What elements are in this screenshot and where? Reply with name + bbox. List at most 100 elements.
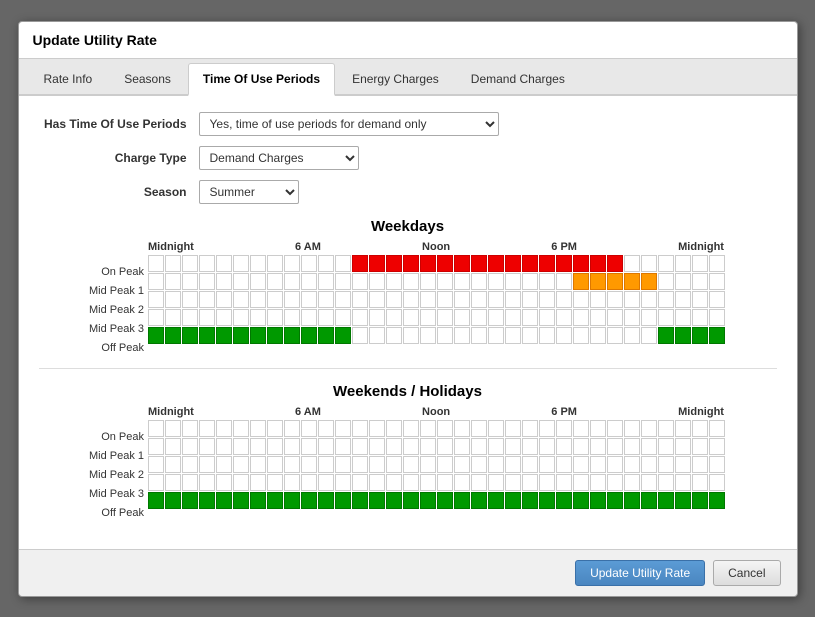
we-cell-r4-c8[interactable] — [284, 492, 300, 509]
wd-cell-r1-c2[interactable] — [182, 273, 198, 290]
wd-cell-r4-c10[interactable] — [318, 327, 334, 344]
wd-cell-r0-c21[interactable] — [505, 255, 521, 272]
we-cell-r2-c30[interactable] — [658, 456, 674, 473]
wd-cell-r1-c33[interactable] — [709, 273, 725, 290]
wd-cell-r3-c11[interactable] — [335, 309, 351, 326]
we-cell-r2-c7[interactable] — [267, 456, 283, 473]
we-cell-r4-c22[interactable] — [522, 492, 538, 509]
we-cell-r4-c3[interactable] — [199, 492, 215, 509]
tab-demand-charges[interactable]: Demand Charges — [456, 63, 580, 94]
wd-cell-r1-c19[interactable] — [471, 273, 487, 290]
we-cell-r2-c33[interactable] — [709, 456, 725, 473]
we-cell-r2-c32[interactable] — [692, 456, 708, 473]
wd-cell-r2-c22[interactable] — [522, 291, 538, 308]
wd-cell-r0-c16[interactable] — [420, 255, 436, 272]
season-select[interactable]: Summer Winter — [199, 180, 299, 204]
we-cell-r0-c28[interactable] — [624, 420, 640, 437]
we-cell-r1-c8[interactable] — [284, 438, 300, 455]
wd-cell-r1-c22[interactable] — [522, 273, 538, 290]
wd-cell-r2-c15[interactable] — [403, 291, 419, 308]
wd-cell-r4-c33[interactable] — [709, 327, 725, 344]
we-cell-r1-c1[interactable] — [165, 438, 181, 455]
we-cell-r3-c14[interactable] — [386, 474, 402, 491]
we-cell-r2-c29[interactable] — [641, 456, 657, 473]
wd-cell-r2-c21[interactable] — [505, 291, 521, 308]
we-cell-r4-c16[interactable] — [420, 492, 436, 509]
we-cell-r1-c14[interactable] — [386, 438, 402, 455]
wd-cell-r0-c23[interactable] — [539, 255, 555, 272]
we-cell-r1-c27[interactable] — [607, 438, 623, 455]
has-time-of-use-select[interactable]: Yes, time of use periods for demand only… — [199, 112, 499, 136]
we-cell-r0-c30[interactable] — [658, 420, 674, 437]
we-cell-r3-c15[interactable] — [403, 474, 419, 491]
tab-rate-info[interactable]: Rate Info — [29, 63, 108, 94]
we-cell-r3-c30[interactable] — [658, 474, 674, 491]
we-cell-r1-c0[interactable] — [148, 438, 164, 455]
we-cell-r2-c13[interactable] — [369, 456, 385, 473]
wd-cell-r0-c7[interactable] — [267, 255, 283, 272]
we-cell-r2-c10[interactable] — [318, 456, 334, 473]
wd-cell-r1-c27[interactable] — [607, 273, 623, 290]
we-cell-r0-c19[interactable] — [471, 420, 487, 437]
we-cell-r0-c10[interactable] — [318, 420, 334, 437]
we-cell-r1-c31[interactable] — [675, 438, 691, 455]
we-cell-r4-c33[interactable] — [709, 492, 725, 509]
wd-cell-r3-c2[interactable] — [182, 309, 198, 326]
wd-cell-r4-c12[interactable] — [352, 327, 368, 344]
wd-cell-r3-c0[interactable] — [148, 309, 164, 326]
we-cell-r2-c6[interactable] — [250, 456, 266, 473]
we-cell-r0-c31[interactable] — [675, 420, 691, 437]
wd-cell-r0-c8[interactable] — [284, 255, 300, 272]
wd-cell-r1-c29[interactable] — [641, 273, 657, 290]
wd-cell-r1-c21[interactable] — [505, 273, 521, 290]
wd-cell-r2-c23[interactable] — [539, 291, 555, 308]
we-cell-r4-c2[interactable] — [182, 492, 198, 509]
wd-cell-r1-c23[interactable] — [539, 273, 555, 290]
wd-cell-r3-c29[interactable] — [641, 309, 657, 326]
we-cell-r0-c27[interactable] — [607, 420, 623, 437]
we-cell-r1-c18[interactable] — [454, 438, 470, 455]
we-cell-r2-c23[interactable] — [539, 456, 555, 473]
wd-cell-r3-c24[interactable] — [556, 309, 572, 326]
wd-cell-r2-c20[interactable] — [488, 291, 504, 308]
wd-cell-r1-c7[interactable] — [267, 273, 283, 290]
wd-cell-r3-c16[interactable] — [420, 309, 436, 326]
wd-cell-r4-c21[interactable] — [505, 327, 521, 344]
wd-cell-r4-c24[interactable] — [556, 327, 572, 344]
we-cell-r3-c6[interactable] — [250, 474, 266, 491]
we-cell-r3-c18[interactable] — [454, 474, 470, 491]
tab-time-of-use[interactable]: Time Of Use Periods — [188, 63, 335, 96]
we-cell-r4-c30[interactable] — [658, 492, 674, 509]
we-cell-r1-c15[interactable] — [403, 438, 419, 455]
we-cell-r4-c7[interactable] — [267, 492, 283, 509]
wd-cell-r0-c3[interactable] — [199, 255, 215, 272]
we-cell-r3-c0[interactable] — [148, 474, 164, 491]
we-cell-r3-c24[interactable] — [556, 474, 572, 491]
wd-cell-r2-c31[interactable] — [675, 291, 691, 308]
wd-cell-r0-c31[interactable] — [675, 255, 691, 272]
wd-cell-r1-c12[interactable] — [352, 273, 368, 290]
we-cell-r4-c0[interactable] — [148, 492, 164, 509]
wd-cell-r1-c13[interactable] — [369, 273, 385, 290]
wd-cell-r2-c5[interactable] — [233, 291, 249, 308]
we-cell-r0-c26[interactable] — [590, 420, 606, 437]
wd-cell-r3-c13[interactable] — [369, 309, 385, 326]
we-cell-r2-c3[interactable] — [199, 456, 215, 473]
we-cell-r3-c16[interactable] — [420, 474, 436, 491]
we-cell-r1-c7[interactable] — [267, 438, 283, 455]
we-cell-r1-c28[interactable] — [624, 438, 640, 455]
we-cell-r4-c5[interactable] — [233, 492, 249, 509]
wd-cell-r4-c2[interactable] — [182, 327, 198, 344]
we-cell-r2-c5[interactable] — [233, 456, 249, 473]
we-cell-r3-c25[interactable] — [573, 474, 589, 491]
we-cell-r3-c12[interactable] — [352, 474, 368, 491]
we-cell-r1-c19[interactable] — [471, 438, 487, 455]
wd-cell-r2-c7[interactable] — [267, 291, 283, 308]
wd-cell-r0-c18[interactable] — [454, 255, 470, 272]
we-cell-r3-c17[interactable] — [437, 474, 453, 491]
wd-cell-r3-c8[interactable] — [284, 309, 300, 326]
wd-cell-r1-c10[interactable] — [318, 273, 334, 290]
wd-cell-r1-c3[interactable] — [199, 273, 215, 290]
we-cell-r4-c32[interactable] — [692, 492, 708, 509]
wd-cell-r1-c4[interactable] — [216, 273, 232, 290]
